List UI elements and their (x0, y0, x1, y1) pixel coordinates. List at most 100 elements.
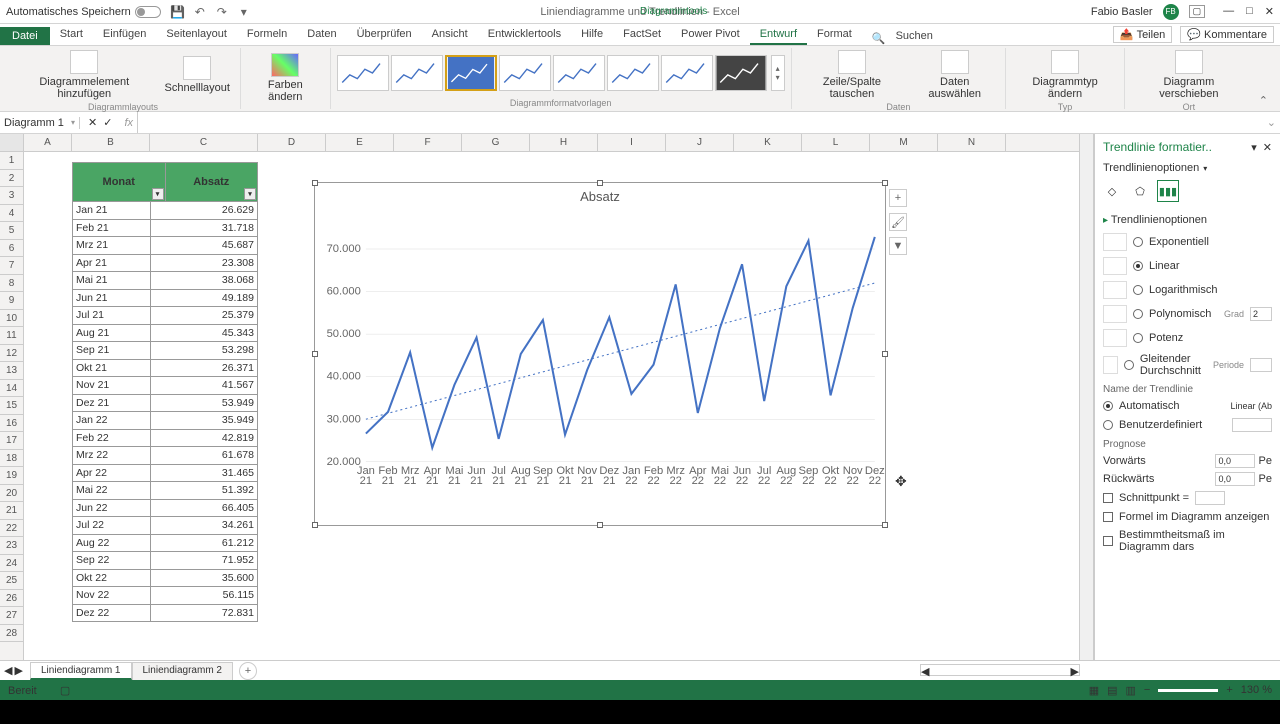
col-header-K[interactable]: K (734, 134, 802, 151)
col-header-M[interactable]: M (870, 134, 938, 151)
table-row[interactable]: Jul 2234.261 (73, 516, 257, 534)
chart-elements-button[interactable]: + (889, 189, 907, 207)
filter-icon[interactable]: ▾ (152, 188, 164, 200)
trendline-option-gleitender durchschnitt[interactable]: Gleitender Durchschnitt Periode (1103, 350, 1272, 380)
table-row[interactable]: Apr 2231.465 (73, 464, 257, 482)
row-header-15[interactable]: 15 (0, 397, 23, 415)
row-header-5[interactable]: 5 (0, 222, 23, 240)
expand-formula-icon[interactable]: ⌄ (1263, 116, 1280, 129)
row-header-3[interactable]: 3 (0, 187, 23, 205)
forward-input[interactable] (1215, 454, 1255, 468)
switch-row-col-button[interactable]: Zeile/Spalte tauschen (798, 48, 907, 102)
chart-style-6[interactable] (607, 55, 659, 91)
chart-style-7[interactable] (661, 55, 713, 91)
effects-tab-icon[interactable]: ⬠ (1131, 182, 1149, 200)
trendline-option-logarithmisch[interactable]: Logarithmisch (1103, 278, 1272, 302)
tab-hilfe[interactable]: Hilfe (571, 25, 613, 45)
table-row[interactable]: Mrz 2145.687 (73, 236, 257, 254)
name-option[interactable]: AutomatischLinear (Ab (1103, 397, 1272, 415)
cancel-formula-icon[interactable]: ✕ (88, 116, 97, 129)
table-row[interactable]: Aug 2145.343 (73, 324, 257, 342)
col-header-H[interactable]: H (530, 134, 598, 151)
move-chart-button[interactable]: Diagramm verschieben (1131, 48, 1247, 102)
tab-seitenlayout[interactable]: Seitenlayout (156, 25, 237, 45)
row-header-9[interactable]: 9 (0, 292, 23, 310)
row-header-14[interactable]: 14 (0, 380, 23, 398)
pane-close-icon[interactable]: ✕ (1263, 142, 1272, 154)
name-option[interactable]: Benutzerdefiniert (1103, 415, 1272, 435)
add-sheet-button[interactable]: + (239, 662, 257, 680)
chart-styles-gallery[interactable] (337, 55, 767, 91)
tab-ansicht[interactable]: Ansicht (422, 25, 478, 45)
chart-style-1[interactable] (337, 55, 389, 91)
styles-more-button[interactable]: ▴▾ (771, 55, 785, 91)
tab-factset[interactable]: FactSet (613, 25, 671, 45)
chart-title[interactable]: Absatz (315, 183, 885, 210)
trendline-option-potenz[interactable]: Potenz (1103, 326, 1272, 350)
user-name[interactable]: Fabio Basler (1091, 6, 1153, 18)
pane-subtitle[interactable]: Trendlinienoptionen ▾ (1095, 160, 1280, 176)
show-equation-checkbox[interactable] (1103, 512, 1113, 522)
save-icon[interactable]: 💾 (171, 5, 185, 19)
row-header-28[interactable]: 28 (0, 625, 23, 643)
row-header-11[interactable]: 11 (0, 327, 23, 345)
row-header-16[interactable]: 16 (0, 415, 23, 433)
chart-styles-button[interactable]: 🖌 (889, 213, 907, 231)
row-header-21[interactable]: 21 (0, 502, 23, 520)
data-table[interactable]: Monat▾ Absatz▾ Jan 2126.629Feb 2131.718M… (72, 162, 258, 622)
page-break-view-icon[interactable]: ▥ (1126, 684, 1136, 697)
comments-button[interactable]: 💬 Kommentare (1180, 26, 1274, 43)
sheet-tab[interactable]: Liniendiagramm 2 (132, 662, 234, 680)
zoom-level[interactable]: 130 % (1241, 684, 1272, 696)
table-row[interactable]: Apr 2123.308 (73, 254, 257, 272)
maximize-icon[interactable]: □ (1246, 5, 1253, 18)
chart-filters-button[interactable]: ▼ (889, 237, 907, 255)
chart-style-4[interactable] (499, 55, 551, 91)
chart-style-8[interactable] (715, 55, 767, 91)
tab-format[interactable]: Format (807, 25, 862, 45)
tab-start[interactable]: Start (50, 25, 93, 45)
pane-options-icon[interactable]: ▾ (1251, 142, 1257, 154)
col-header-F[interactable]: F (394, 134, 462, 151)
col-header-C[interactable]: C (150, 134, 258, 151)
row-header-10[interactable]: 10 (0, 310, 23, 328)
table-row[interactable]: Dez 2153.949 (73, 394, 257, 412)
table-row[interactable]: Okt 2235.600 (73, 569, 257, 587)
file-tab[interactable]: Datei (0, 27, 50, 45)
close-icon[interactable]: ✕ (1265, 5, 1274, 18)
sheet-nav-prev-icon[interactable]: ◀ (4, 664, 12, 677)
change-chart-type-button[interactable]: Diagrammtyp ändern (1012, 48, 1118, 102)
row-header-27[interactable]: 27 (0, 607, 23, 625)
table-row[interactable]: Nov 2256.115 (73, 586, 257, 604)
col-header-A[interactable]: A (24, 134, 72, 151)
select-all-corner[interactable] (0, 134, 24, 151)
search-field[interactable]: Suchen (886, 27, 943, 45)
macro-record-icon[interactable]: ▢ (60, 685, 70, 697)
redo-icon[interactable]: ↷ (215, 5, 229, 19)
row-header-8[interactable]: 8 (0, 275, 23, 293)
row-header-18[interactable]: 18 (0, 450, 23, 468)
vertical-scrollbar[interactable] (1079, 134, 1093, 660)
filter-icon[interactable]: ▾ (244, 188, 256, 200)
row-header-24[interactable]: 24 (0, 555, 23, 573)
trendline-option-exponentiell[interactable]: Exponentiell (1103, 230, 1272, 254)
table-row[interactable]: Feb 2131.718 (73, 219, 257, 237)
row-header-2[interactable]: 2 (0, 170, 23, 188)
row-header-1[interactable]: 1 (0, 152, 23, 170)
table-row[interactable]: Okt 2126.371 (73, 359, 257, 377)
sheet-tab[interactable]: Liniendiagramm 1 (30, 662, 132, 680)
trendline-option-linear[interactable]: Linear (1103, 254, 1272, 278)
zoom-in-icon[interactable]: + (1226, 684, 1232, 696)
sheet-nav-next-icon[interactable]: ▶ (14, 664, 22, 677)
fx-icon[interactable]: fx (120, 117, 137, 129)
add-chart-element-button[interactable]: Diagrammelement hinzufügen (12, 48, 157, 102)
row-header-7[interactable]: 7 (0, 257, 23, 275)
name-box[interactable]: Diagramm 1▾ (0, 117, 80, 129)
fill-line-tab-icon[interactable]: ◇ (1103, 182, 1121, 200)
tab-entwurf[interactable]: Entwurf (750, 25, 807, 45)
chart-style-3[interactable] (445, 55, 497, 91)
enter-formula-icon[interactable]: ✓ (103, 116, 112, 129)
ribbon-mode-icon[interactable]: ▢ (1189, 5, 1206, 18)
col-header-G[interactable]: G (462, 134, 530, 151)
chart-style-2[interactable] (391, 55, 443, 91)
